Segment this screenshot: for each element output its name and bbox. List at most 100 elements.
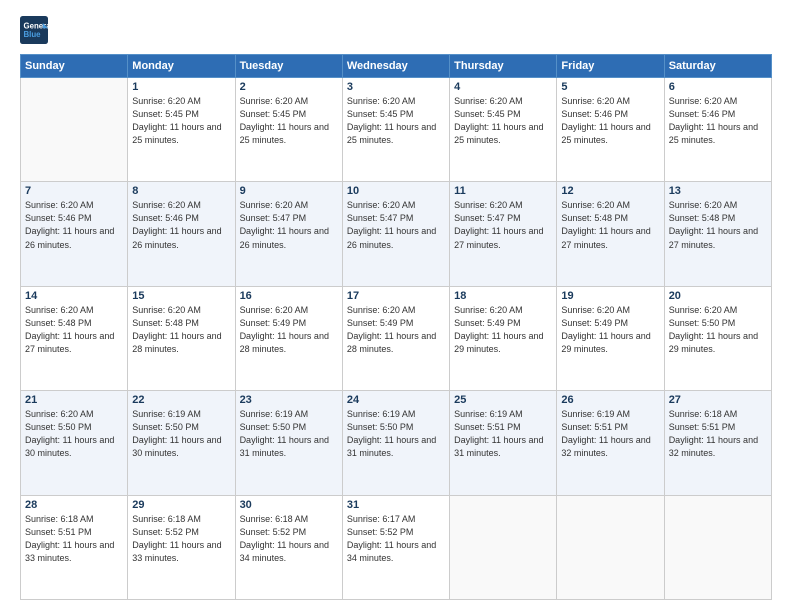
calendar-cell <box>664 495 771 599</box>
calendar-cell: 24 Sunrise: 6:19 AMSunset: 5:50 PMDayligh… <box>342 391 449 495</box>
day-number: 7 <box>25 185 123 197</box>
day-number: 15 <box>132 290 230 302</box>
day-number: 19 <box>561 290 659 302</box>
day-info: Sunrise: 6:20 AMSunset: 5:48 PMDaylight:… <box>561 199 659 251</box>
calendar-cell: 17 Sunrise: 6:20 AMSunset: 5:49 PMDayligh… <box>342 286 449 390</box>
day-number: 26 <box>561 394 659 406</box>
day-header: Friday <box>557 55 664 78</box>
day-info: Sunrise: 6:20 AMSunset: 5:49 PMDaylight:… <box>454 304 552 356</box>
day-number: 9 <box>240 185 338 197</box>
day-info: Sunrise: 6:20 AMSunset: 5:48 PMDaylight:… <box>669 199 767 251</box>
day-info: Sunrise: 6:20 AMSunset: 5:45 PMDaylight:… <box>132 95 230 147</box>
calendar-cell: 9Sunrise: 6:20 AMSunset: 5:47 PMDaylight… <box>235 182 342 286</box>
calendar-cell: 29Sunrise: 6:18 AMSunset: 5:52 PMDayligh… <box>128 495 235 599</box>
calendar-cell <box>21 78 128 182</box>
day-info: Sunrise: 6:20 AMSunset: 5:46 PMDaylight:… <box>132 199 230 251</box>
day-number: 18 <box>454 290 552 302</box>
day-header: Saturday <box>664 55 771 78</box>
day-info: Sunrise: 6:19 AMSunset: 5:51 PMDaylight:… <box>561 408 659 460</box>
svg-text:Blue: Blue <box>24 30 42 39</box>
day-number: 1 <box>132 81 230 93</box>
day-info: Sunrise: 6:20 AMSunset: 5:50 PMDaylight:… <box>669 304 767 356</box>
calendar-cell: 12 Sunrise: 6:20 AMSunset: 5:48 PMDayligh… <box>557 182 664 286</box>
day-info: Sunrise: 6:20 AMSunset: 5:45 PMDaylight:… <box>240 95 338 147</box>
day-number: 22 <box>132 394 230 406</box>
day-info: Sunrise: 6:20 AMSunset: 5:49 PMDaylight:… <box>561 304 659 356</box>
calendar-cell: 2 Sunrise: 6:20 AMSunset: 5:45 PMDaylight… <box>235 78 342 182</box>
calendar-cell: 10 Sunrise: 6:20 AMSunset: 5:47 PMDayligh… <box>342 182 449 286</box>
calendar-week-row: 21 Sunrise: 6:20 AMSunset: 5:50 PMDayligh… <box>21 391 772 495</box>
calendar-cell <box>557 495 664 599</box>
day-number: 24 <box>347 394 445 406</box>
calendar-week-row: 14Sunrise: 6:20 AMSunset: 5:48 PMDayligh… <box>21 286 772 390</box>
day-number: 2 <box>240 81 338 93</box>
day-info: Sunrise: 6:20 AMSunset: 5:45 PMDaylight:… <box>347 95 445 147</box>
day-info: Sunrise: 6:20 AMSunset: 5:49 PMDaylight:… <box>240 304 338 356</box>
day-info: Sunrise: 6:18 AMSunset: 5:51 PMDaylight:… <box>669 408 767 460</box>
day-header: Thursday <box>450 55 557 78</box>
day-info: Sunrise: 6:19 AMSunset: 5:50 PMDaylight:… <box>347 408 445 460</box>
day-number: 8 <box>132 185 230 197</box>
day-number: 21 <box>25 394 123 406</box>
header-row: SundayMondayTuesdayWednesdayThursdayFrid… <box>21 55 772 78</box>
logo-icon: General Blue <box>20 16 48 44</box>
day-number: 30 <box>240 499 338 511</box>
calendar-cell: 13Sunrise: 6:20 AMSunset: 5:48 PMDayligh… <box>664 182 771 286</box>
calendar-cell: 27 Sunrise: 6:18 AMSunset: 5:51 PMDayligh… <box>664 391 771 495</box>
calendar-cell: 3Sunrise: 6:20 AMSunset: 5:45 PMDaylight… <box>342 78 449 182</box>
day-info: Sunrise: 6:19 AMSunset: 5:50 PMDaylight:… <box>132 408 230 460</box>
calendar-cell: 4 Sunrise: 6:20 AMSunset: 5:45 PMDaylight… <box>450 78 557 182</box>
day-number: 4 <box>454 81 552 93</box>
calendar-cell: 15 Sunrise: 6:20 AMSunset: 5:48 PMDayligh… <box>128 286 235 390</box>
day-info: Sunrise: 6:20 AMSunset: 5:46 PMDaylight:… <box>25 199 123 251</box>
calendar-cell: 19 Sunrise: 6:20 AMSunset: 5:49 PMDayligh… <box>557 286 664 390</box>
day-info: Sunrise: 6:20 AMSunset: 5:49 PMDaylight:… <box>347 304 445 356</box>
calendar-week-row: 7 Sunrise: 6:20 AMSunset: 5:46 PMDaylight… <box>21 182 772 286</box>
calendar-cell: 22 Sunrise: 6:19 AMSunset: 5:50 PMDayligh… <box>128 391 235 495</box>
page: General Blue SundayMondayTuesdayWednesda… <box>0 0 792 612</box>
header: General Blue <box>20 16 772 44</box>
day-info: Sunrise: 6:18 AMSunset: 5:51 PMDaylight:… <box>25 513 123 565</box>
day-info: Sunrise: 6:20 AMSunset: 5:47 PMDaylight:… <box>347 199 445 251</box>
day-number: 28 <box>25 499 123 511</box>
day-number: 23 <box>240 394 338 406</box>
calendar-cell: 5Sunrise: 6:20 AMSunset: 5:46 PMDaylight… <box>557 78 664 182</box>
calendar-cell: 7 Sunrise: 6:20 AMSunset: 5:46 PMDaylight… <box>21 182 128 286</box>
calendar-table: SundayMondayTuesdayWednesdayThursdayFrid… <box>20 54 772 600</box>
day-number: 10 <box>347 185 445 197</box>
day-number: 11 <box>454 185 552 197</box>
day-header: Wednesday <box>342 55 449 78</box>
calendar-cell: 16 Sunrise: 6:20 AMSunset: 5:49 PMDayligh… <box>235 286 342 390</box>
calendar-cell: 11 Sunrise: 6:20 AMSunset: 5:47 PMDayligh… <box>450 182 557 286</box>
calendar-cell: 31 Sunrise: 6:17 AMSunset: 5:52 PMDayligh… <box>342 495 449 599</box>
calendar-cell: 28 Sunrise: 6:18 AMSunset: 5:51 PMDayligh… <box>21 495 128 599</box>
calendar-cell: 6Sunrise: 6:20 AMSunset: 5:46 PMDaylight… <box>664 78 771 182</box>
calendar-cell: 26 Sunrise: 6:19 AMSunset: 5:51 PMDayligh… <box>557 391 664 495</box>
day-info: Sunrise: 6:18 AMSunset: 5:52 PMDaylight:… <box>240 513 338 565</box>
day-header: Sunday <box>21 55 128 78</box>
day-number: 29 <box>132 499 230 511</box>
day-header: Tuesday <box>235 55 342 78</box>
day-number: 31 <box>347 499 445 511</box>
day-info: Sunrise: 6:20 AMSunset: 5:45 PMDaylight:… <box>454 95 552 147</box>
day-info: Sunrise: 6:17 AMSunset: 5:52 PMDaylight:… <box>347 513 445 565</box>
calendar-week-row: 1 Sunrise: 6:20 AMSunset: 5:45 PMDaylight… <box>21 78 772 182</box>
day-number: 17 <box>347 290 445 302</box>
calendar-cell: 23Sunrise: 6:19 AMSunset: 5:50 PMDayligh… <box>235 391 342 495</box>
calendar-cell: 8 Sunrise: 6:20 AMSunset: 5:46 PMDaylight… <box>128 182 235 286</box>
day-info: Sunrise: 6:20 AMSunset: 5:46 PMDaylight:… <box>669 95 767 147</box>
calendar-cell: 30 Sunrise: 6:18 AMSunset: 5:52 PMDayligh… <box>235 495 342 599</box>
day-info: Sunrise: 6:19 AMSunset: 5:51 PMDaylight:… <box>454 408 552 460</box>
calendar-cell: 25Sunrise: 6:19 AMSunset: 5:51 PMDayligh… <box>450 391 557 495</box>
calendar-cell: 18 Sunrise: 6:20 AMSunset: 5:49 PMDayligh… <box>450 286 557 390</box>
calendar-cell: 20 Sunrise: 6:20 AMSunset: 5:50 PMDayligh… <box>664 286 771 390</box>
day-number: 27 <box>669 394 767 406</box>
calendar-cell: 14Sunrise: 6:20 AMSunset: 5:48 PMDayligh… <box>21 286 128 390</box>
day-number: 16 <box>240 290 338 302</box>
logo: General Blue <box>20 16 48 44</box>
day-number: 12 <box>561 185 659 197</box>
day-info: Sunrise: 6:20 AMSunset: 5:50 PMDaylight:… <box>25 408 123 460</box>
day-info: Sunrise: 6:20 AMSunset: 5:48 PMDaylight:… <box>132 304 230 356</box>
day-info: Sunrise: 6:20 AMSunset: 5:47 PMDaylight:… <box>454 199 552 251</box>
day-number: 20 <box>669 290 767 302</box>
